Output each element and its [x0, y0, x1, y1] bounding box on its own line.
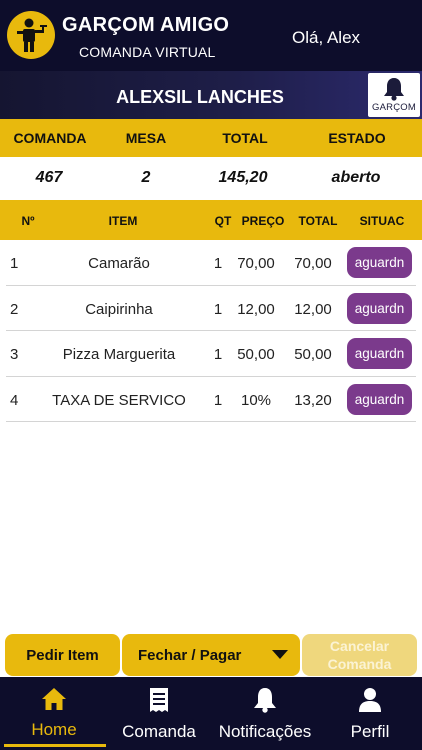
- items-list: 1 Camarão 1 70,00 70,00 aguardn 2 Caipir…: [6, 240, 416, 422]
- nav-notificacoes[interactable]: Notificações: [210, 677, 320, 750]
- items-table-header: Nº ITEM QT PREÇO TOTAL SITUAC: [0, 200, 422, 240]
- bell-icon: [254, 688, 276, 713]
- row-price: 12,00: [237, 300, 275, 318]
- cancel-order-button[interactable]: Cancelar Comanda: [302, 634, 417, 676]
- nav-active-indicator: [4, 744, 106, 747]
- close-pay-label: Fechar / Pagar: [138, 646, 242, 664]
- table-row: 4 TAXA DE SERVICO 1 10% 13,20 aguardn: [6, 377, 416, 422]
- close-pay-dropdown[interactable]: Fechar / Pagar: [122, 634, 300, 676]
- row-total: 70,00: [294, 255, 332, 272]
- row-status-button[interactable]: aguardn: [347, 292, 412, 324]
- row-status-button[interactable]: aguardn: [347, 338, 412, 369]
- row-number: 1: [10, 255, 19, 272]
- row-total: 13,20: [294, 391, 332, 409]
- receipt-icon: [150, 688, 168, 712]
- summary-header-estado: ESTADO: [328, 130, 386, 146]
- nav-notificacoes-label: Notificações: [218, 722, 312, 741]
- nav-perfil[interactable]: Perfil: [320, 677, 420, 750]
- row-quantity: 1: [213, 346, 223, 363]
- row-price: 50,00: [237, 346, 275, 363]
- order-item-button[interactable]: Pedir Item: [5, 634, 120, 676]
- row-number: 4: [10, 391, 19, 409]
- call-waiter-label: GARÇOM: [372, 102, 416, 113]
- home-icon: [42, 688, 66, 710]
- caret-down-icon: [272, 650, 288, 659]
- row-price: 10%: [240, 391, 272, 409]
- call-waiter-button[interactable]: GARÇOM: [368, 73, 420, 117]
- nav-comanda-label: Comanda: [122, 722, 196, 741]
- order-number: 467: [35, 169, 63, 186]
- row-total: 12,00: [294, 300, 332, 318]
- restaurant-name: ALEXSIL LANCHES: [116, 87, 284, 107]
- row-total: 50,00: [294, 346, 332, 363]
- summary-header-mesa: MESA: [125, 130, 167, 146]
- row-price: 70,00: [237, 255, 275, 272]
- user-greeting: Olá, Alex: [292, 28, 361, 47]
- col-header-item: ITEM: [108, 214, 138, 228]
- row-number: 3: [10, 346, 19, 363]
- row-number: 2: [10, 300, 19, 318]
- restaurant-bar: ALEXSIL LANCHES GARÇOM: [0, 71, 422, 119]
- row-quantity: 1: [213, 255, 223, 272]
- col-header-situacao: SITUAC: [359, 214, 405, 228]
- app-title: GARÇOM AMIGO: [62, 14, 230, 36]
- row-status-button[interactable]: aguardn: [347, 383, 412, 415]
- table-row: 1 Camarão 1 70,00 70,00 aguardn: [6, 240, 416, 286]
- row-quantity: 1: [213, 300, 223, 318]
- summary-header-total: TOTAL: [222, 130, 268, 146]
- row-status-button[interactable]: aguardn: [347, 247, 412, 278]
- bottom-nav: Home Comanda Notificações Perfil: [0, 677, 422, 750]
- bell-icon: [384, 78, 404, 101]
- row-item-name: Camarão: [88, 255, 150, 272]
- col-header-num: Nº: [21, 214, 35, 228]
- row-quantity: 1: [213, 391, 223, 409]
- table-number: 2: [141, 169, 151, 186]
- table-row: 2 Caipirinha 1 12,00 12,00 aguardn: [6, 286, 416, 331]
- col-header-total: TOTAL: [298, 214, 338, 228]
- row-item-name: Caipirinha: [85, 300, 153, 318]
- nav-home-label: Home: [31, 720, 77, 739]
- nav-comanda[interactable]: Comanda: [108, 677, 210, 750]
- summary-header: COMANDA MESA TOTAL ESTADO: [0, 119, 422, 157]
- person-icon: [359, 688, 381, 712]
- col-header-preco: PREÇO: [241, 214, 285, 228]
- order-total: 145,20: [218, 169, 268, 186]
- waiter-logo-icon: [7, 11, 55, 59]
- summary-values: 467 2 145,20 aberto: [0, 157, 422, 199]
- row-item-name: TAXA DE SERVICO: [52, 391, 186, 409]
- table-row: 3 Pizza Marguerita 1 50,00 50,00 aguardn: [6, 331, 416, 377]
- row-item-name: Pizza Marguerita: [62, 346, 176, 363]
- summary-header-comanda: COMANDA: [13, 130, 87, 146]
- app-header: GARÇOM AMIGO COMANDA VIRTUAL Olá, Alex: [0, 0, 422, 71]
- nav-home[interactable]: Home: [0, 677, 108, 750]
- order-state: aberto: [331, 169, 381, 186]
- app-subtitle: COMANDA VIRTUAL: [79, 44, 216, 60]
- col-header-qt: QT: [214, 214, 232, 228]
- nav-perfil-label: Perfil: [350, 722, 390, 741]
